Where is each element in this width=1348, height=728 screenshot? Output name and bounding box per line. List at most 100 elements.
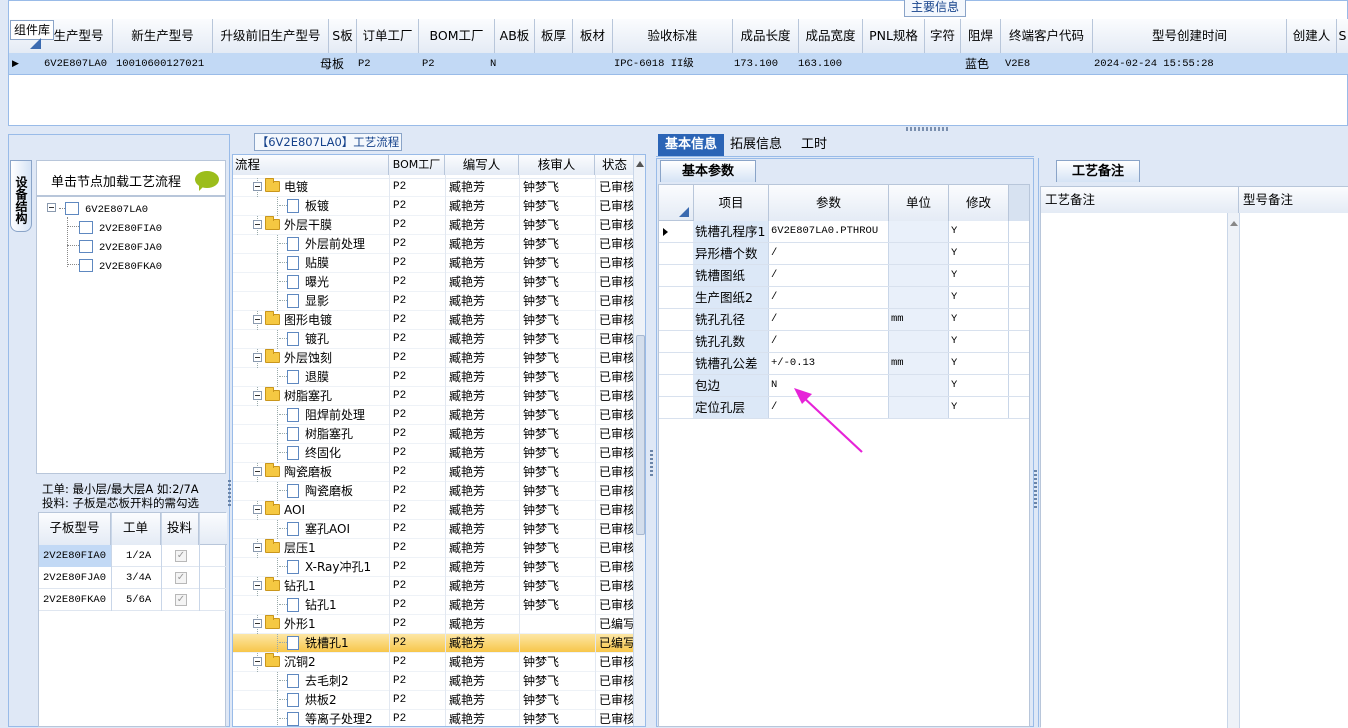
param-param[interactable]: / [769, 265, 889, 286]
col-model-remark[interactable]: 型号备注 [1239, 187, 1348, 213]
col-old-model[interactable]: 升级前旧生产型号 [213, 19, 329, 53]
collapse-icon[interactable] [253, 505, 262, 514]
param-row[interactable]: 铣槽孔程序1 6V2E807LA0.PTHROU Y [659, 221, 1029, 243]
process-row[interactable]: 树脂塞孔 P2 臧艳芳 钟梦飞 已审核 [233, 387, 633, 406]
col-unit[interactable]: 单位 [889, 185, 949, 221]
collapse-icon[interactable] [253, 467, 262, 476]
process-row[interactable]: 电镀 P2 臧艳芳 钟梦飞 已审核 [233, 178, 633, 197]
col-char[interactable]: 字符 [925, 19, 961, 53]
col-sub-model[interactable]: 子板型号 [39, 513, 111, 545]
remarks-tab[interactable]: 工艺备注 [1056, 160, 1140, 182]
param-row[interactable]: 异形槽个数 / Y [659, 243, 1029, 265]
scroll-up-icon[interactable] [636, 161, 644, 167]
scroll-thumb[interactable] [636, 335, 645, 535]
process-row[interactable]: 层压1 P2 臧艳芳 钟梦飞 已审核 [233, 539, 633, 558]
tree-node-child[interactable]: 2V2E80FKA0 [67, 256, 162, 275]
col-width[interactable]: 成品宽度 [799, 19, 863, 53]
collapse-icon[interactable] [253, 657, 262, 666]
collapse-icon[interactable] [253, 619, 262, 628]
process-row[interactable]: 沉铜2 P2 臧艳芳 钟梦飞 已审核 [233, 653, 633, 672]
process-row[interactable]: 铣槽孔1 P2 臧艳芳 已编写 [233, 634, 633, 653]
process-row[interactable]: 陶瓷磨板 P2 臧艳芳 钟梦飞 已审核 [233, 482, 633, 501]
process-row[interactable]: 显影 P2 臧艳芳 钟梦飞 已审核 [233, 292, 633, 311]
process-row[interactable]: X-Ray冲孔1 P2 臧艳芳 钟梦飞 已审核 [233, 558, 633, 577]
col-pnl[interactable]: PNL规格 [863, 19, 925, 53]
process-row[interactable]: 树脂塞孔 P2 臧艳芳 钟梦飞 已审核 [233, 425, 633, 444]
scroll-up-icon[interactable] [1230, 221, 1238, 226]
process-row[interactable]: 陶瓷磨板 P2 臧艳芳 钟梦飞 已审核 [233, 463, 633, 482]
col-feed[interactable]: 投料 [161, 513, 199, 545]
process-row[interactable]: 钻孔1 P2 臧艳芳 钟梦飞 已审核 [233, 596, 633, 615]
process-row[interactable]: 贴膜 P2 臧艳芳 钟梦飞 已审核 [233, 254, 633, 273]
col-solder[interactable]: 阻焊 [961, 19, 1001, 53]
process-row[interactable]: 外层前处理 P2 臧艳芳 钟梦飞 已审核 [233, 235, 633, 254]
collapse-icon[interactable] [253, 581, 262, 590]
col-reviewer[interactable]: 核审人 [519, 155, 595, 175]
tree-node-child[interactable]: 2V2E80FIA0 [67, 218, 162, 237]
param-param[interactable]: +/-0.13 [769, 353, 889, 374]
remark-scrollbar[interactable] [1227, 213, 1239, 728]
param-row[interactable]: 铣孔孔数 / Y [659, 331, 1029, 353]
col-thickness[interactable]: 板厚 [535, 19, 573, 53]
col-bom[interactable]: BOM工厂 [389, 155, 445, 175]
param-row[interactable]: 铣槽孔公差 +/-0.13 mm Y [659, 353, 1029, 375]
collapse-icon[interactable] [253, 315, 262, 324]
param-row[interactable]: 铣孔孔径 / mm Y [659, 309, 1029, 331]
tab-worktime[interactable]: 工时 [796, 134, 832, 156]
process-row[interactable]: 终固化 P2 臧艳芳 钟梦飞 已审核 [233, 444, 633, 463]
col-bom-factory[interactable]: BOM工厂 [419, 19, 495, 53]
process-row[interactable]: 烘板2 P2 臧艳芳 钟梦飞 已审核 [233, 691, 633, 710]
col-standard[interactable]: 验收标准 [613, 19, 733, 53]
param-param[interactable]: / [769, 331, 889, 352]
tab-basic-info[interactable]: 基本信息 [658, 134, 724, 156]
process-row[interactable]: 外层蚀刻 P2 臧艳芳 钟梦飞 已审核 [233, 349, 633, 368]
tab-extended-info[interactable]: 拓展信息 [728, 134, 784, 156]
col-ab-board[interactable]: AB板 [495, 19, 535, 53]
col-creator[interactable]: 创建人 [1287, 19, 1337, 53]
process-row[interactable]: 阻焊前处理 P2 臧艳芳 钟梦飞 已审核 [233, 406, 633, 425]
collapse-icon[interactable] [47, 203, 56, 212]
model-remark-area[interactable] [1239, 213, 1348, 728]
collapse-icon[interactable] [253, 353, 262, 362]
param-param[interactable]: / [769, 243, 889, 264]
feed-checkbox[interactable]: ✓ [175, 572, 187, 584]
process-row[interactable]: 退膜 P2 臧艳芳 钟梦飞 已审核 [233, 368, 633, 387]
col-s-board[interactable]: S板 [329, 19, 357, 53]
col-material[interactable]: 板材 [573, 19, 613, 53]
col-s-extra[interactable]: S [1337, 19, 1348, 53]
collapse-icon[interactable] [253, 220, 262, 229]
process-row[interactable]: 板镀 P2 臧艳芳 钟梦飞 已审核 [233, 197, 633, 216]
process-row[interactable]: 钻孔1 P2 臧艳芳 钟梦飞 已审核 [233, 577, 633, 596]
param-param[interactable]: / [769, 309, 889, 330]
process-row[interactable]: 曝光 P2 臧艳芳 钟梦飞 已审核 [233, 273, 633, 292]
col-order-factory[interactable]: 订单工厂 [357, 19, 419, 53]
param-row[interactable]: 铣槽图纸 / Y [659, 265, 1029, 287]
param-row[interactable]: 生产图纸2/ Y [659, 287, 1029, 309]
param-param[interactable]: / [769, 287, 889, 308]
right-splitter[interactable] [1034, 470, 1037, 510]
col-param[interactable]: 参数 [769, 185, 889, 221]
process-row[interactable]: 等离子处理2 P2 臧艳芳 钟梦飞 已审核 [233, 710, 633, 726]
main-info-tab[interactable]: 主要信息 [904, 0, 966, 17]
tree-node-child[interactable]: 2V2E80FJA0 [67, 237, 162, 256]
basic-params-tab[interactable]: 基本参数 [660, 160, 756, 182]
col-modify[interactable]: 修改 [949, 185, 1009, 221]
process-row[interactable]: 镀孔 P2 臧艳芳 钟梦飞 已审核 [233, 330, 633, 349]
process-row[interactable]: AOI P2 臧艳芳 钟梦飞 已审核 [233, 501, 633, 520]
col-new-model[interactable]: 新生产型号 [113, 19, 213, 53]
component-lib-tab[interactable]: 组件库 [10, 20, 54, 40]
process-scrollbar[interactable] [633, 155, 645, 726]
col-status[interactable]: 状态 [595, 155, 635, 175]
process-row[interactable]: 去毛刺2 P2 臧艳芳 钟梦飞 已审核 [233, 672, 633, 691]
col-length[interactable]: 成品长度 [733, 19, 799, 53]
tree-node-root[interactable]: 6V2E807LA0 [47, 199, 148, 218]
device-structure-tab[interactable]: 设备结构 [10, 160, 32, 232]
process-row[interactable]: 图形电镀 P2 臧艳芳 钟梦飞 已审核 [233, 311, 633, 330]
process-row[interactable]: 外层干膜 P2 臧艳芳 钟梦飞 已审核 [233, 216, 633, 235]
collapse-icon[interactable] [253, 391, 262, 400]
process-row[interactable]: 塞孔AOI P2 臧艳芳 钟梦飞 已审核 [233, 520, 633, 539]
col-process-remark[interactable]: 工艺备注 [1041, 187, 1239, 213]
feed-checkbox[interactable]: ✓ [175, 594, 187, 606]
col-flow[interactable]: 流程 [233, 155, 389, 175]
splitter-grip-icon[interactable] [906, 127, 950, 131]
